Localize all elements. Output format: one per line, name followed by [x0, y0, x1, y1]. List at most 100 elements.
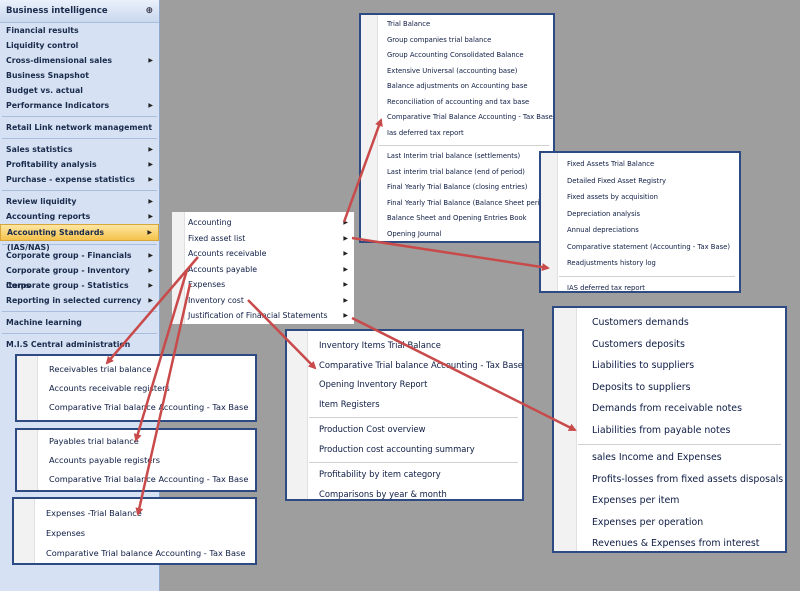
menu-item[interactable]: Expenses per item	[592, 490, 785, 512]
menu-item[interactable]: Annual depreciations	[567, 222, 739, 239]
menu-item[interactable]: Final Yearly Trial Balance (Balance Shee…	[387, 196, 553, 212]
menu-item[interactable]: Ias deferred tax report	[387, 126, 553, 142]
menu-item[interactable]: Readjustments history log	[567, 255, 739, 272]
sidebar-divider	[2, 138, 157, 139]
menu-item[interactable]: Balance Sheet and Opening Entries Book	[387, 211, 553, 227]
menu-item[interactable]: Detailed Fixed Asset Registry	[567, 173, 739, 190]
menu-item[interactable]: Comparisons by year & month	[319, 485, 522, 505]
sidebar-item[interactable]: Machine learning	[0, 315, 159, 330]
menu-item[interactable]: Expenses -Trial Balance	[46, 503, 255, 523]
menu-item[interactable]: Customers demands	[592, 312, 785, 334]
menu-item[interactable]: Customers deposits	[592, 334, 785, 356]
menu-item[interactable]: Inventory cost ▶	[188, 293, 354, 309]
menu-item[interactable]: Accounts receivable ▶	[188, 246, 354, 262]
menu-item[interactable]: Production cost accounting summary	[319, 440, 522, 460]
menu-item[interactable]: Profits-losses from fixed assets disposa…	[592, 469, 785, 491]
sidebar-item[interactable]: Accounting Standards (IAS/NAS) ▶	[0, 224, 159, 252]
sidebar-item[interactable]: Accounting reports ▶	[0, 209, 159, 224]
menu-item-label: Accounts receivable registers	[49, 383, 170, 393]
pin-icon[interactable]: ⊕	[145, 6, 153, 16]
menu-item[interactable]: Justification of Financial Statements ▶	[188, 308, 354, 324]
sidebar-item[interactable]: Corporate group - Inventory items ▶	[0, 263, 159, 290]
sidebar-item[interactable]: Performance Indicators ▶	[0, 98, 159, 113]
menu-item[interactable]: Extensive Universal (accounting base)	[387, 64, 553, 80]
menu-divider	[559, 275, 735, 277]
menu-item[interactable]: Last interim trial balance (end of perio…	[387, 165, 553, 181]
sidebar-item[interactable]: Profitability analysis ▶	[0, 157, 159, 172]
menu-item-label: Comparative Trial balance Accounting - T…	[319, 359, 523, 370]
chevron-right-icon: ▶	[343, 296, 348, 304]
menu-item[interactable]: Comparative Trial Balance Accounting - T…	[387, 110, 553, 126]
menu-item[interactable]: Balance adjustments on Accounting base	[387, 79, 553, 95]
menu-item[interactable]: Profitability by item category	[319, 465, 522, 485]
menu-item-label: Production cost accounting summary	[319, 443, 475, 454]
sidebar-items: Financial results Liquidity control Cross-…	[0, 23, 159, 352]
menu-item-label: Comparative Trial balance Accounting - T…	[46, 548, 246, 558]
menu-item[interactable]: Comparative Trial balance Accounting - T…	[49, 470, 255, 489]
menu-item[interactable]: Receivables trial balance	[49, 360, 255, 379]
menu-icon-strip	[554, 308, 577, 551]
sidebar-item[interactable]: Cross-dimensional sales ▶	[0, 53, 159, 68]
sidebar-item[interactable]: Business Snapshot	[0, 68, 159, 83]
menu-item[interactable]: Final Yearly Trial Balance (closing entr…	[387, 180, 553, 196]
menu-item-label: Expenses	[188, 280, 226, 289]
sidebar-item-label: Business Snapshot	[6, 71, 89, 80]
chevron-right-icon: ▶	[148, 161, 153, 168]
menu-item-label: Group companies trial balance	[387, 35, 492, 44]
sidebar-item[interactable]: Corporate group - Financials ▶	[0, 248, 159, 263]
sidebar-item[interactable]: Financial results	[0, 23, 159, 38]
menu-item-label: Final Yearly Trial Balance (Balance Shee…	[387, 198, 551, 207]
menu-item[interactable]: Expenses	[46, 523, 255, 543]
menu-item[interactable]: Depreciation analysis	[567, 206, 739, 223]
sidebar-item[interactable]: Reporting in selected currency ▶	[0, 293, 159, 308]
menu-item[interactable]: Item Registers	[319, 395, 522, 415]
menu-item[interactable]: Deposits to suppliers	[592, 377, 785, 399]
menu-item[interactable]: Comparative Trial balance Accounting - T…	[46, 543, 255, 563]
justification-menu: Customers demands Customers deposits Liabi…	[552, 306, 787, 553]
sidebar-item-label: Machine learning	[6, 318, 82, 327]
menu-item[interactable]: Expenses per operation	[592, 512, 785, 534]
menu-item[interactable]: Accounts payable registers	[49, 451, 255, 470]
menu-item[interactable]: Production Cost overview	[319, 420, 522, 440]
menu-item[interactable]: Opening Journal	[387, 227, 553, 243]
menu-item[interactable]: Opening Inventory Report	[319, 375, 522, 395]
menu-item[interactable]: Last Interim trial balance (settlements)	[387, 149, 553, 165]
menu-item[interactable]: Fixed assets by acquisition	[567, 189, 739, 206]
menu-item[interactable]: Group Accounting Consolidated Balance	[387, 48, 553, 64]
sidebar-item[interactable]: Sales statistics ▶	[0, 142, 159, 157]
menu-item[interactable]: Accounts payable ▶	[188, 262, 354, 278]
sidebar-item[interactable]: M.I.S Central administration	[0, 337, 159, 352]
sidebar-item[interactable]: Review liquidity ▶	[0, 194, 159, 209]
menu-item[interactable]: Fixed Assets Trial Balance	[567, 156, 739, 173]
chevron-right-icon: ▶	[147, 229, 152, 236]
sidebar-item[interactable]: Liquidity control	[0, 38, 159, 53]
menu-item[interactable]: Liabilities to suppliers	[592, 355, 785, 377]
menu-item[interactable]: Inventory Items Trial Balance	[319, 336, 522, 356]
menu-item[interactable]: Comparative Trial balance Accounting - T…	[49, 398, 255, 417]
menu-icon-strip	[17, 430, 38, 490]
menu-item[interactable]: Comparative Trial balance Accounting - T…	[319, 356, 523, 376]
sidebar-divider	[2, 333, 157, 334]
menu-item[interactable]: Liabilities from payable notes	[592, 420, 785, 442]
menu-item[interactable]: Fixed asset list ▶	[188, 231, 354, 247]
menu-item[interactable]: Comparative statement (Accounting - Tax …	[567, 239, 739, 256]
menu-item[interactable]: Trial Balance	[387, 17, 553, 33]
menu-item[interactable]: Reconciliation of accounting and tax bas…	[387, 95, 553, 111]
menu-item[interactable]: sales Income and Expenses	[592, 447, 785, 469]
sidebar-item[interactable]: Budget vs. actual	[0, 83, 159, 98]
menu-divider	[309, 417, 518, 418]
menu-item[interactable]: Demands from receivable notes	[592, 398, 785, 420]
sidebar-item-label: Review liquidity	[6, 197, 77, 206]
sidebar-item[interactable]: Retail Link network management	[0, 120, 159, 135]
menu-item[interactable]: Revenues & Expenses from interest	[592, 533, 785, 555]
menu-item[interactable]: Accounting ▶	[188, 215, 354, 231]
sidebar-item[interactable]: Corporate group - Statistics ▶	[0, 278, 159, 293]
sidebar-item[interactable]: Purchase - expense statistics ▶	[0, 172, 159, 187]
menu-item[interactable]: Payables trial balance	[49, 432, 255, 451]
menu-item[interactable]: IAS deferred tax report	[567, 280, 739, 297]
menu-item[interactable]: Group companies trial balance	[387, 33, 553, 49]
menu-item[interactable]: Accounts receivable registers	[49, 379, 255, 398]
menu-icon-strip	[541, 153, 558, 291]
menu-item[interactable]: Expenses ▶	[188, 277, 354, 293]
chevron-right-icon: ▶	[148, 198, 153, 205]
